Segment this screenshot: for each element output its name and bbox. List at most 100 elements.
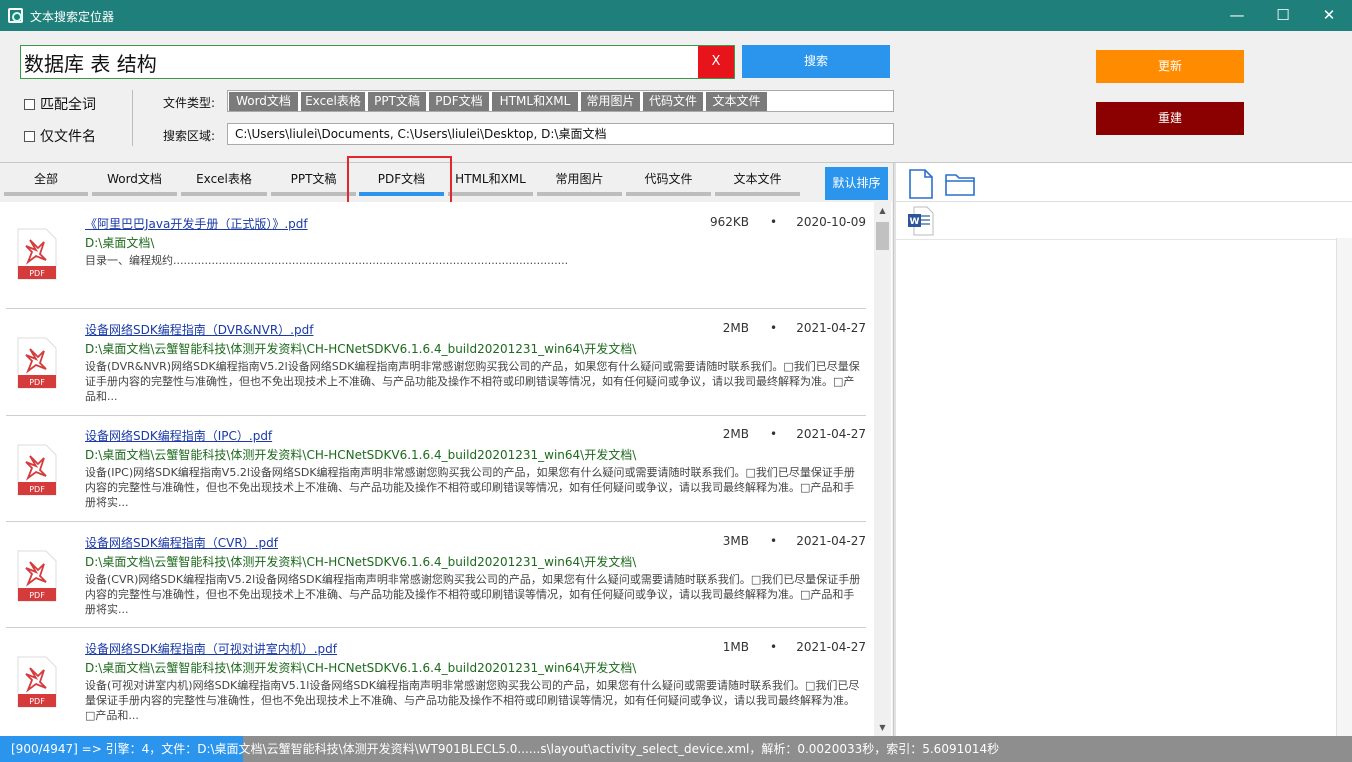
search-area-label: 搜索区域: (163, 129, 216, 143)
file-types-box[interactable]: Word文档 Excel表格 PPT文稿 PDF文档 HTML和XML 常用图片… (227, 90, 894, 112)
search-area-field[interactable]: C:\Users\liulei\Documents, C:\Users\liul… (227, 123, 894, 145)
pdf-icon-label: PDF (29, 697, 45, 706)
filename-only-label: 仅文件名 (40, 129, 96, 145)
options-divider (132, 90, 133, 146)
result-snippet: 设备(DVR&NVR)网络SDK编程指南V5.2l设备网络SDK编程指南声明非常… (85, 360, 860, 403)
result-separator-dot: • (770, 534, 778, 548)
result-file-size: 2MB (722, 321, 749, 335)
minimize-button[interactable]: — (1214, 0, 1260, 31)
type-tag-code[interactable]: 代码文件 (643, 92, 703, 111)
pdf-file-icon: PDF (17, 656, 57, 708)
result-file-size: 2MB (722, 427, 749, 441)
pdf-file-icon: PDF (17, 337, 57, 389)
tab-ppt[interactable]: PPT文稿 (271, 164, 356, 196)
match-whole-word-checkbox[interactable]: 匹配全词 (24, 94, 96, 114)
preview-scrollbar[interactable] (1336, 238, 1352, 736)
result-file-path[interactable]: D:\桌面文档\云蟹智能科技\体测开发资料\CH-HCNetSDKV6.1.6.… (85, 340, 636, 357)
result-file-name[interactable]: 设备网络SDK编程指南（CVR）.pdf (85, 534, 278, 551)
result-separator-dot: • (770, 215, 778, 229)
pdf-icon-label: PDF (29, 591, 45, 600)
result-file-name[interactable]: 设备网络SDK编程指南（IPC）.pdf (85, 427, 272, 444)
filename-only-checkbox[interactable]: 仅文件名 (24, 126, 96, 146)
maximize-button[interactable]: ☐ (1260, 0, 1306, 31)
preview-toolbar-divider (896, 201, 1352, 202)
preview-header-divider (896, 239, 1352, 240)
type-tag-text[interactable]: 文本文件 (706, 92, 767, 111)
result-item[interactable]: PDF 设备网络SDK编程指南（CVR）.pdf D:\桌面文档\云蟹智能科技\… (6, 522, 866, 628)
result-file-size: 1MB (722, 640, 749, 654)
pdf-icon-label: PDF (29, 378, 45, 387)
file-icon[interactable] (908, 169, 934, 199)
tab-code[interactable]: 代码文件 (626, 164, 711, 196)
result-separator-dot: • (770, 321, 778, 335)
type-tag-ppt[interactable]: PPT文稿 (368, 92, 426, 111)
result-item[interactable]: PDF 《阿里巴巴Java开发手册（正式版）》.pdf D:\桌面文档\ 目录一… (6, 202, 866, 309)
app-search-icon (8, 8, 23, 23)
window-title: 文本搜索定位器 (30, 10, 115, 24)
folder-icon[interactable] (945, 172, 975, 196)
result-file-date: 2021-04-27 (796, 640, 866, 654)
update-button[interactable]: 更新 (1096, 50, 1244, 83)
scroll-down-arrow-icon[interactable]: ▼ (874, 719, 891, 736)
word-icon-letter: W (910, 217, 920, 227)
checkbox-box[interactable] (24, 99, 35, 110)
close-window-button[interactable]: ✕ (1306, 0, 1352, 31)
tab-excel[interactable]: Excel表格 (181, 164, 267, 196)
type-tag-word[interactable]: Word文档 (229, 92, 298, 111)
file-types-label: 文件类型: (163, 96, 216, 110)
type-tag-html-xml[interactable]: HTML和XML (492, 92, 578, 111)
result-separator-dot: • (770, 640, 778, 654)
type-tag-images[interactable]: 常用图片 (581, 92, 640, 111)
result-file-name[interactable]: 设备网络SDK编程指南（可视对讲室内机）.pdf (85, 640, 337, 657)
rebuild-button[interactable]: 重建 (1096, 102, 1244, 135)
pdf-icon-label: PDF (29, 269, 45, 278)
result-item[interactable]: PDF 设备网络SDK编程指南（DVR&NVR）.pdf D:\桌面文档\云蟹智… (6, 309, 866, 416)
checkbox-box[interactable] (24, 131, 35, 142)
pdf-file-icon: PDF (17, 228, 57, 280)
result-file-date: 2021-04-27 (796, 427, 866, 441)
clear-search-button[interactable]: X (698, 46, 734, 78)
results-scrollbar[interactable]: ▲ ▼ (874, 202, 891, 736)
result-item[interactable]: PDF 设备网络SDK编程指南（IPC）.pdf D:\桌面文档\云蟹智能科技\… (6, 416, 866, 522)
pdf-icon-label: PDF (29, 485, 45, 494)
result-file-date: 2021-04-27 (796, 534, 866, 548)
result-file-name[interactable]: 《阿里巴巴Java开发手册（正式版）》.pdf (85, 215, 308, 232)
result-file-path[interactable]: D:\桌面文档\云蟹智能科技\体测开发资料\CH-HCNetSDKV6.1.6.… (85, 446, 636, 463)
result-snippet: 目录一、编程规约................................… (85, 254, 569, 267)
result-snippet: 设备(IPC)网络SDK编程指南V5.2l设备网络SDK编程指南声明非常感谢您购… (85, 466, 855, 509)
title-bar: 文本搜索定位器 — ☐ ✕ (0, 0, 1352, 31)
scroll-up-arrow-icon[interactable]: ▲ (874, 202, 891, 219)
match-whole-word-label: 匹配全词 (40, 97, 96, 113)
app-window: 文本搜索定位器 — ☐ ✕ X 搜索 更新 重建 匹配全词 仅文件名 文件类型:… (0, 0, 1352, 762)
sort-button[interactable]: 默认排序 (825, 167, 888, 200)
tab-all[interactable]: 全部 (4, 164, 88, 196)
search-input[interactable] (21, 46, 698, 78)
tab-text[interactable]: 文本文件 (715, 164, 800, 196)
result-separator-dot: • (770, 427, 778, 441)
word-file-icon[interactable]: W (908, 206, 934, 236)
results-list[interactable]: PDF 《阿里巴巴Java开发手册（正式版）》.pdf D:\桌面文档\ 目录一… (0, 202, 892, 736)
result-file-date: 2021-04-27 (796, 321, 866, 335)
type-tag-pdf[interactable]: PDF文档 (429, 92, 489, 111)
type-tag-excel[interactable]: Excel表格 (301, 92, 365, 111)
tab-html-xml[interactable]: HTML和XML (448, 164, 533, 196)
status-bar: [900/4947] => 引擎：4，文件：D:\桌面文档\云蟹智能科技\体测开… (0, 736, 1352, 762)
pdf-file-icon: PDF (17, 550, 57, 602)
result-file-path[interactable]: D:\桌面文档\云蟹智能科技\体测开发资料\CH-HCNetSDKV6.1.6.… (85, 659, 636, 676)
search-box: X (20, 45, 735, 79)
result-file-name[interactable]: 设备网络SDK编程指南（DVR&NVR）.pdf (85, 321, 313, 338)
scroll-thumb[interactable] (876, 222, 889, 250)
preview-pane: W (896, 163, 1352, 736)
result-file-path[interactable]: D:\桌面文档\ (85, 234, 154, 251)
highlight-box (347, 156, 452, 208)
tab-images[interactable]: 常用图片 (537, 164, 622, 196)
result-file-date: 2020-10-09 (796, 215, 866, 229)
result-file-size: 3MB (722, 534, 749, 548)
result-item[interactable]: PDF 设备网络SDK编程指南（可视对讲室内机）.pdf D:\桌面文档\云蟹智… (6, 628, 866, 736)
result-file-path[interactable]: D:\桌面文档\云蟹智能科技\体测开发资料\CH-HCNetSDKV6.1.6.… (85, 553, 636, 570)
search-button[interactable]: 搜索 (742, 45, 890, 78)
pdf-file-icon: PDF (17, 444, 57, 496)
result-snippet: 设备(CVR)网络SDK编程指南V5.2l设备网络SDK编程指南声明非常感谢您购… (85, 573, 861, 616)
tab-word[interactable]: Word文档 (92, 164, 177, 196)
status-text: [900/4947] => 引擎：4，文件：D:\桌面文档\云蟹智能科技\体测开… (11, 742, 1000, 756)
